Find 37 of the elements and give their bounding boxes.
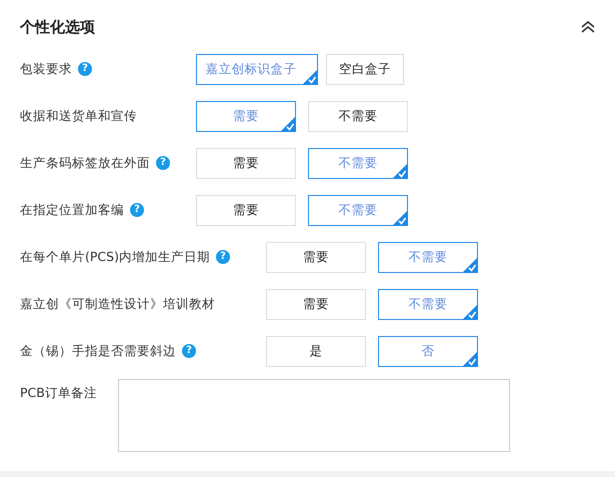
section-title: 个性化选项: [20, 18, 95, 36]
help-icon[interactable]: ?: [130, 203, 144, 217]
help-icon[interactable]: ?: [216, 250, 230, 264]
check-corner-icon: [302, 68, 318, 84]
remark-label: PCB订单备注: [20, 385, 98, 402]
option-button[interactable]: 需要: [266, 242, 366, 272]
option-button[interactable]: 不需要: [378, 242, 478, 272]
option-button[interactable]: 空白盒子: [326, 54, 404, 84]
collapse-icon[interactable]: [581, 21, 595, 33]
option-button[interactable]: 嘉立创标识盒子: [196, 54, 318, 84]
option-button[interactable]: 不需要: [308, 194, 408, 226]
option-button[interactable]: 否: [378, 336, 478, 366]
option-button[interactable]: 需要: [196, 148, 296, 178]
option-label: 包装要求: [20, 60, 72, 78]
option-button[interactable]: 需要: [266, 288, 366, 320]
check-corner-icon: [462, 350, 478, 366]
option-label: 收据和送货单和宣传: [20, 108, 137, 124]
option-button[interactable]: 不需要: [308, 148, 408, 178]
option-label: 嘉立创《可制造性设计》培训教材: [20, 296, 215, 312]
check-corner-icon: [462, 304, 478, 320]
option-button[interactable]: 是: [266, 336, 366, 366]
check-corner-icon: [280, 116, 296, 132]
remark-field[interactable]: [118, 379, 510, 452]
help-icon[interactable]: ?: [156, 156, 170, 170]
option-button[interactable]: 不需要: [308, 100, 408, 132]
option-button[interactable]: 需要: [196, 194, 296, 226]
check-corner-icon: [392, 162, 408, 178]
option-label: 金（锡）手指是否需要斜边: [20, 342, 176, 360]
option-button[interactable]: 需要: [196, 100, 296, 132]
check-corner-icon: [392, 210, 408, 226]
option-label: 在每个单片(PCS)内增加生产日期: [20, 248, 210, 266]
check-corner-icon: [462, 256, 478, 272]
option-label: 生产条码标签放在外面: [20, 154, 150, 172]
help-icon[interactable]: ?: [78, 62, 92, 76]
help-icon[interactable]: ?: [182, 344, 196, 358]
option-button[interactable]: 不需要: [378, 288, 478, 320]
option-label: 在指定位置加客编: [20, 202, 124, 218]
